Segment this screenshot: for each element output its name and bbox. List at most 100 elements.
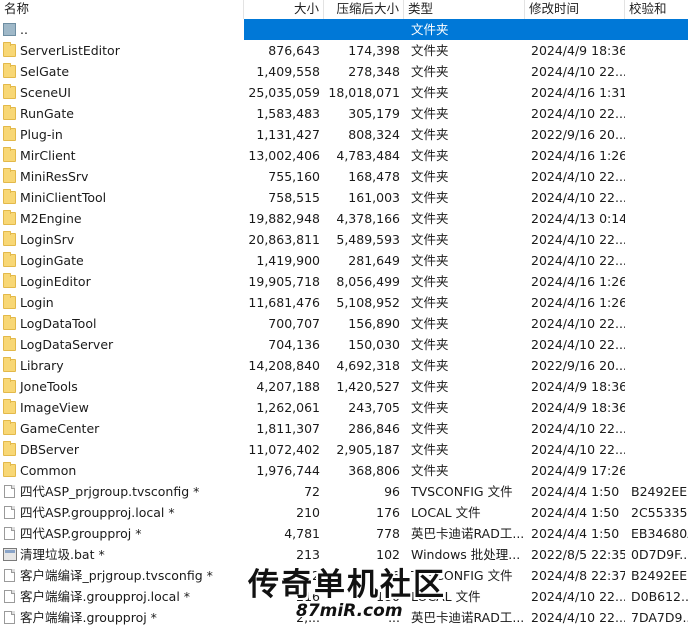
cell-name: MiniClientTool	[0, 187, 244, 208]
column-header-crc[interactable]: 校验和	[625, 0, 688, 19]
cell-size: 1,262,061	[256, 400, 320, 415]
list-row[interactable]: 清理垃圾.bat * 213 102 Windows 批处理... 2022/8/5 2…	[0, 544, 688, 565]
cell-packed-size: 161,003	[348, 190, 400, 205]
list-row[interactable]: 客户端编译.groupproj * 2,...... 英巴卡迪诺RAD工... 202…	[0, 607, 688, 628]
cell-name: 四代ASP_prjgroup.tvsconfig *	[0, 481, 244, 502]
cell-packed-size: 278,348	[348, 64, 400, 79]
cell-type: 文件夹	[411, 295, 449, 310]
file-name: MirClient	[20, 148, 76, 163]
list-row[interactable]: LogDataServer 704,136 150,030 文件夹 2024/4/10 …	[0, 334, 688, 355]
cell-size: 1,131,427	[256, 127, 320, 142]
list-row[interactable]: LoginEditor 19,905,718 8,056,499 文件夹 2024/4/…	[0, 271, 688, 292]
list-row[interactable]: Plug-in 1,131,427 808,324 文件夹 2022/9/16 20..…	[0, 124, 688, 145]
cell-name: MiniResSrv	[0, 166, 244, 187]
column-header-name[interactable]: 名称	[0, 0, 244, 19]
cell-modified: 2024/4/4 1:50	[531, 526, 620, 541]
list-row[interactable]: GameCenter 1,811,307 286,846 文件夹 2024/4/10 2…	[0, 418, 688, 439]
cell-name: 四代ASP.groupproj *	[0, 523, 244, 544]
file-icon	[4, 590, 15, 603]
cell-size: 1,583,483	[256, 106, 320, 121]
list-row[interactable]: 四代ASP_prjgroup.tvsconfig * 72 96 TVSCONFIG …	[0, 481, 688, 502]
cell-crc	[625, 124, 688, 145]
cell-crc	[625, 334, 688, 355]
list-row[interactable]: Common 1,976,744 368,806 文件夹 2024/4/9 17:26	[0, 460, 688, 481]
folder-icon	[3, 252, 16, 267]
file-name: ImageView	[20, 400, 89, 415]
list-row[interactable]: 客户端编译.groupproj.local * 216 180 LOCAL 文件 202…	[0, 586, 688, 607]
list-row[interactable]: LogDataTool 700,707 156,890 文件夹 2024/4/10 22…	[0, 313, 688, 334]
cell-packed-size: 96	[384, 568, 400, 583]
cell-name: Library	[0, 355, 244, 376]
file-icon	[4, 506, 15, 519]
cell-size: 72	[304, 568, 320, 583]
list-row[interactable]: 客户端编译_prjgroup.tvsconfig * 72 96 TVSCONFIG …	[0, 565, 688, 586]
column-header-size[interactable]: 大小	[244, 0, 324, 19]
cell-modified: 2024/4/10 22...	[531, 232, 625, 247]
cell-modified: 2024/4/10 22...	[531, 169, 625, 184]
cell-type: 文件夹	[411, 316, 449, 331]
cell-modified: 2024/4/10 22...	[531, 589, 625, 604]
cell-crc	[625, 439, 688, 460]
file-name: LogDataServer	[20, 337, 114, 352]
cell-type: 文件夹	[411, 85, 449, 100]
file-name: LoginEditor	[20, 274, 91, 289]
list-row[interactable]: ImageView 1,262,061 243,705 文件夹 2024/4/9 18:…	[0, 397, 688, 418]
column-header-packed-size[interactable]: 压缩后大小	[324, 0, 404, 19]
cell-crc: EB34680A	[631, 526, 688, 541]
cell-size: 1,976,744	[256, 463, 320, 478]
cell-crc	[625, 313, 688, 334]
list-row[interactable]: MirClient 13,002,406 4,783,484 文件夹 2024/4/16…	[0, 145, 688, 166]
file-icon	[4, 611, 15, 624]
cell-crc	[625, 103, 688, 124]
list-row[interactable]: M2Engine 19,882,948 4,378,166 文件夹 2024/4/13 …	[0, 208, 688, 229]
cell-packed-size: 180	[376, 589, 400, 604]
cell-modified: 2024/4/10 22...	[531, 190, 625, 205]
list-row[interactable]: LoginGate 1,419,900 281,649 文件夹 2024/4/10 22…	[0, 250, 688, 271]
cell-crc: 0D7D9F...	[631, 547, 688, 562]
column-header-modified[interactable]: 修改时间	[525, 0, 625, 19]
cell-name: Common	[0, 460, 244, 481]
list-row[interactable]: RunGate 1,583,483 305,179 文件夹 2024/4/10 22..…	[0, 103, 688, 124]
folder-icon	[3, 168, 16, 183]
list-row[interactable]: SelGate 1,409,558 278,348 文件夹 2024/4/10 22..…	[0, 61, 688, 82]
cell-modified: 2024/4/13 0:14	[531, 211, 625, 226]
list-row[interactable]: MiniClientTool 758,515 161,003 文件夹 2024/4/10…	[0, 187, 688, 208]
list-row-parent[interactable]: .. 文件夹	[0, 19, 688, 40]
cell-name: LogDataServer	[0, 334, 244, 355]
file-list[interactable]: .. 文件夹 ServerListEditor 876,643 174,398 文件夹 20…	[0, 19, 688, 628]
list-row[interactable]: DBServer 11,072,402 2,905,187 文件夹 2024/4/10 …	[0, 439, 688, 460]
cell-size: 25,035,059	[248, 85, 320, 100]
cell-modified: 2022/9/16 20...	[531, 127, 625, 142]
cell-size: 4,781	[284, 526, 320, 541]
cell-name: DBServer	[0, 439, 244, 460]
list-row[interactable]: 四代ASP.groupproj * 4,781 778 英巴卡迪诺RAD工... 202…	[0, 523, 688, 544]
list-row[interactable]: JoneTools 4,207,188 1,420,527 文件夹 2024/4/9 1…	[0, 376, 688, 397]
list-row[interactable]: MiniResSrv 755,160 168,478 文件夹 2024/4/10 22.…	[0, 166, 688, 187]
cell-modified: 2024/4/4 1:50	[531, 505, 620, 520]
list-row[interactable]: ServerListEditor 876,643 174,398 文件夹 2024/4/…	[0, 40, 688, 61]
cell-size: 216	[296, 589, 320, 604]
cell-size: 758,515	[268, 190, 320, 205]
list-row[interactable]: 四代ASP.groupproj.local * 210 176 LOCAL 文件 202…	[0, 502, 688, 523]
list-row[interactable]: LoginSrv 20,863,811 5,489,593 文件夹 2024/4/10 …	[0, 229, 688, 250]
cell-type: 文件夹	[411, 400, 449, 415]
list-row[interactable]: Library 14,208,840 4,692,318 文件夹 2022/9/16 2…	[0, 355, 688, 376]
cell-type: 文件夹	[411, 232, 449, 247]
cell-crc	[625, 418, 688, 439]
list-row[interactable]: Login 11,681,476 5,108,952 文件夹 2024/4/16 1:2…	[0, 292, 688, 313]
file-name: RunGate	[20, 106, 74, 121]
cell-name: ImageView	[0, 397, 244, 418]
column-header-type[interactable]: 类型	[404, 0, 525, 19]
cell-packed-size	[324, 19, 404, 40]
cell-crc: 7DA7D9...	[631, 610, 688, 625]
cell-packed-size: 4,783,484	[336, 148, 400, 163]
cell-crc: B2492EE8	[631, 568, 688, 583]
cell-size: 72	[304, 484, 320, 499]
list-row[interactable]: SceneUI 25,035,059 18,018,071 文件夹 2024/4/16 …	[0, 82, 688, 103]
cell-name: LoginGate	[0, 250, 244, 271]
cell-packed-size: 174,398	[348, 43, 400, 58]
cell-packed-size: 305,179	[348, 106, 400, 121]
cell-type: 英巴卡迪诺RAD工...	[411, 526, 525, 541]
cell-name: LogDataTool	[0, 313, 244, 334]
cell-modified: 2024/4/10 22...	[531, 106, 625, 121]
